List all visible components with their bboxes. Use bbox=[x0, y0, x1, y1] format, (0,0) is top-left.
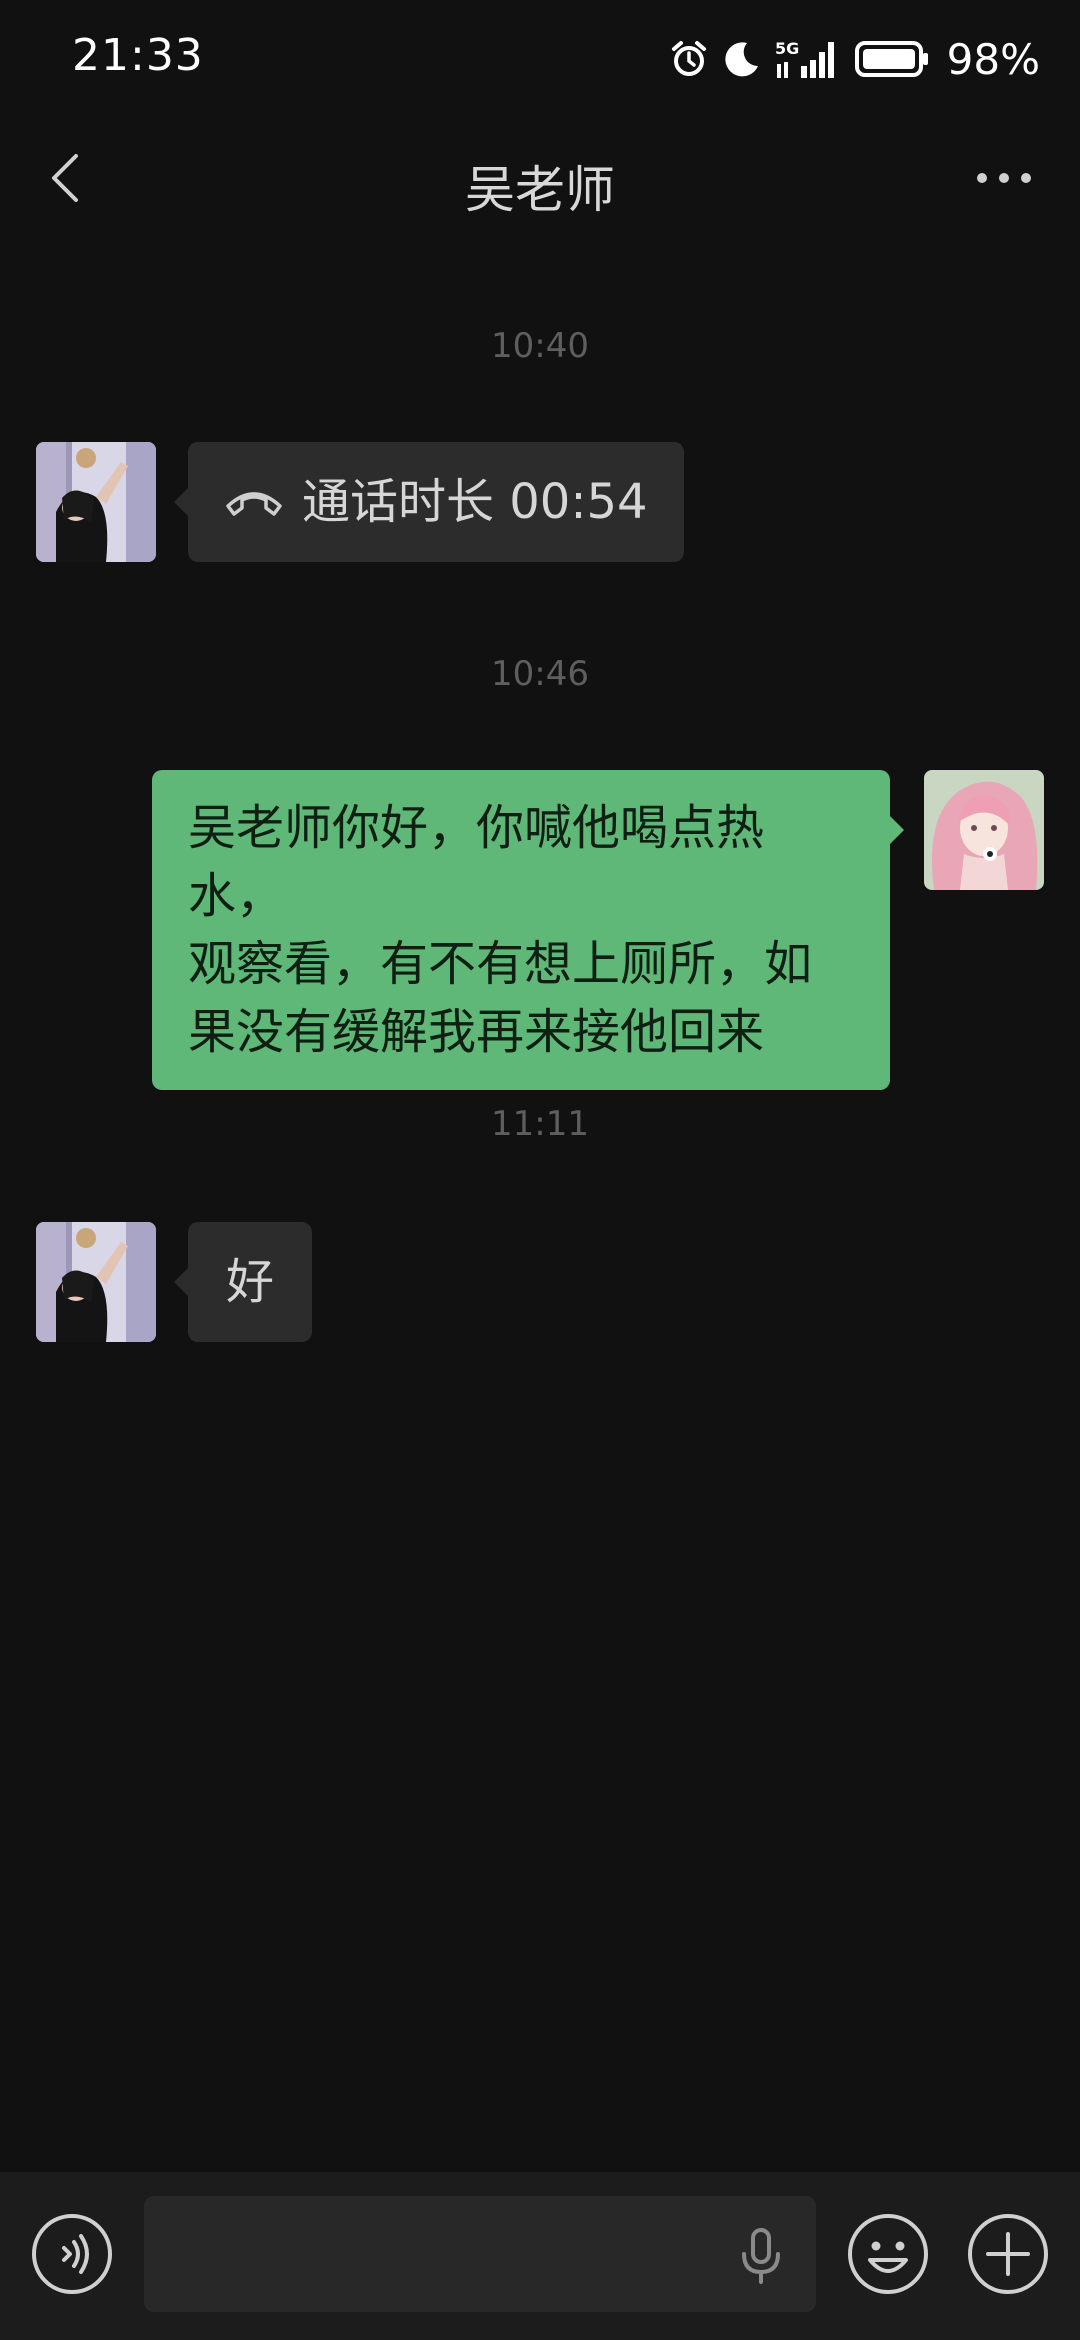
contact-avatar[interactable] bbox=[36, 1222, 156, 1342]
message-text: 好 bbox=[226, 1254, 275, 1310]
message-line: 吴老师你好，你喊他喝点热水， bbox=[188, 800, 765, 924]
input-bar bbox=[0, 2172, 1080, 2340]
voice-mode-button[interactable] bbox=[30, 2212, 114, 2296]
call-duration-text: 通话时长 00:54 bbox=[302, 474, 648, 530]
microphone-button[interactable] bbox=[736, 2228, 786, 2284]
message-line: 果没有缓解我再来接他回来 bbox=[188, 1004, 765, 1060]
status-time: 21:33 bbox=[72, 30, 204, 81]
chat-title: 吴老师 bbox=[465, 161, 615, 219]
more-dots-icon bbox=[974, 170, 1034, 190]
chat-header: 吴老师 bbox=[0, 120, 1080, 240]
message-line: 观察看，有不有想上厕所，如 bbox=[188, 936, 813, 992]
message-input[interactable] bbox=[168, 2196, 732, 2314]
signal-5g-icon: 5G bbox=[775, 38, 841, 80]
call-record-bubble[interactable]: 通话时长 00:54 bbox=[174, 442, 684, 562]
voice-mode-icon bbox=[30, 2214, 114, 2300]
phone-hangup-icon bbox=[224, 468, 284, 536]
incoming-message-bubble[interactable]: 好 bbox=[173, 1222, 313, 1342]
message-input-field[interactable] bbox=[144, 2196, 816, 2314]
message-timestamp: 10:40 bbox=[491, 326, 589, 366]
more-actions-button[interactable] bbox=[966, 2212, 1050, 2296]
moon-icon bbox=[723, 40, 761, 78]
more-options-button[interactable] bbox=[964, 150, 1044, 210]
emoji-icon bbox=[846, 2214, 930, 2300]
emoji-button[interactable] bbox=[846, 2212, 930, 2296]
battery-percent: 98% bbox=[946, 34, 1040, 84]
outgoing-message-bubble[interactable]: 吴老师你好，你喊他喝点热水， 观察看，有不有想上厕所，如 果没有缓解我再来接他回… bbox=[152, 770, 904, 1090]
message-timestamp: 11:11 bbox=[491, 1104, 589, 1144]
alarm-icon bbox=[669, 39, 709, 79]
my-avatar[interactable] bbox=[924, 770, 1044, 890]
network-type-label: 5G bbox=[775, 39, 799, 58]
microphone-icon bbox=[736, 2228, 786, 2288]
message-timestamp: 10:46 bbox=[491, 654, 589, 694]
battery-icon bbox=[854, 39, 931, 79]
contact-avatar[interactable] bbox=[36, 442, 156, 562]
status-icons: 5G 98% bbox=[669, 34, 1040, 84]
status-bar: 21:33 5G 98% bbox=[0, 0, 1080, 120]
plus-icon bbox=[966, 2214, 1050, 2300]
